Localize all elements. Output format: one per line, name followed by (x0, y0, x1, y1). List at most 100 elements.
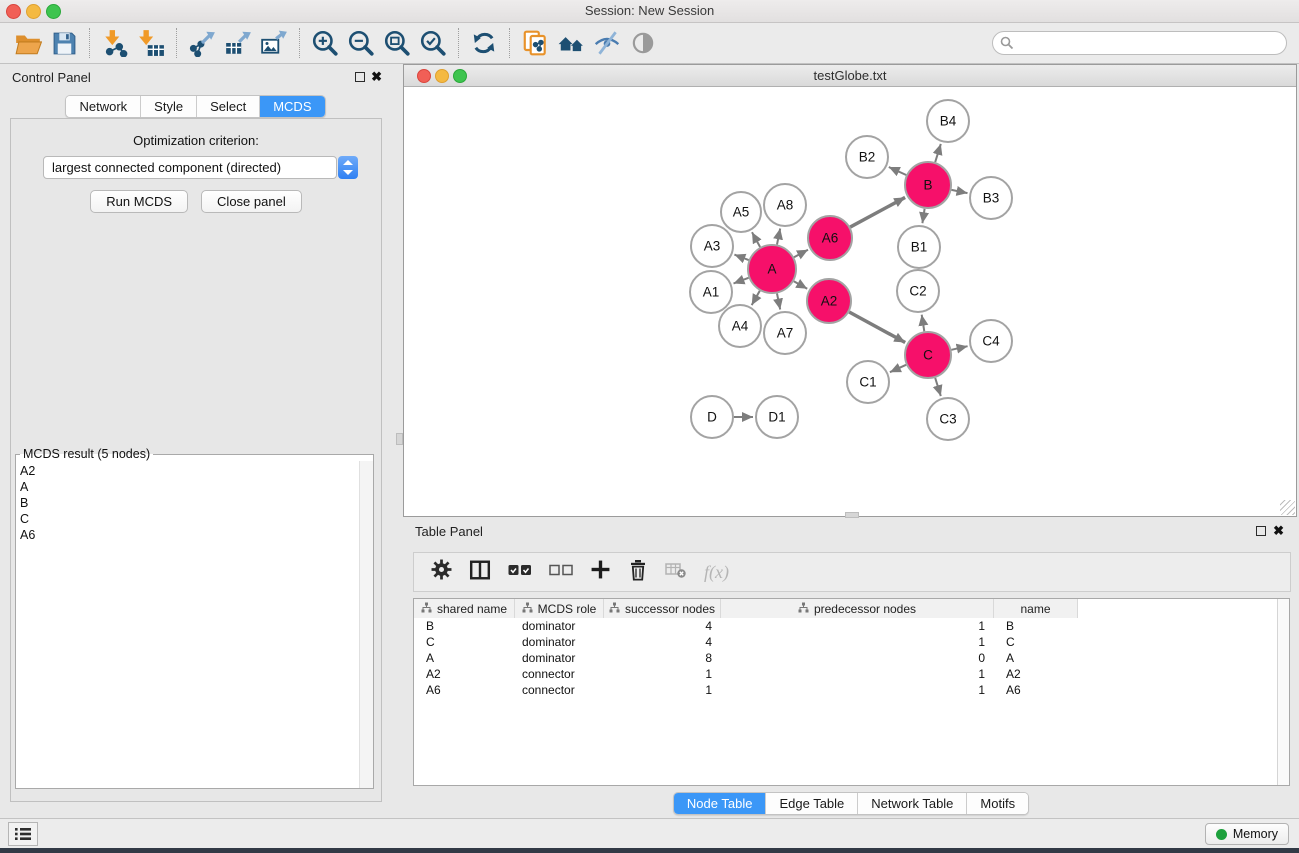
graph-edge-C-C2[interactable] (922, 315, 925, 332)
tab-node-table[interactable]: Node Table (674, 793, 767, 814)
graph-edge-A2-C[interactable] (849, 312, 905, 343)
graph-node-label-C: C (923, 348, 933, 363)
import-table-button[interactable] (133, 25, 169, 61)
graph-edge-C-C1[interactable] (890, 365, 906, 372)
table-scrollbar[interactable] (1277, 599, 1289, 785)
graph-edge-A6-B[interactable] (850, 197, 905, 227)
network-window-titlebar[interactable]: testGlobe.txt (404, 65, 1296, 87)
zoom-fit-button[interactable] (379, 25, 415, 61)
run-mcds-button[interactable]: Run MCDS (90, 190, 188, 213)
table-row[interactable]: A6connector11A6 (414, 682, 1289, 698)
refresh-view-button[interactable] (466, 25, 502, 61)
close-network-button[interactable] (417, 69, 431, 83)
tab-edge-table[interactable]: Edge Table (766, 793, 858, 814)
column-header-shared-name[interactable]: shared name (414, 599, 515, 618)
delete-column-button[interactable] (628, 559, 648, 586)
column-header-successor-nodes[interactable]: successor nodes (604, 599, 721, 618)
graph-edge-B-B3[interactable] (952, 190, 968, 193)
open-session-button[interactable] (10, 25, 46, 61)
home-view-button[interactable] (553, 25, 589, 61)
network-canvas[interactable]: B4B2BB3B1A5A8A6A3AA1C2A2A4A7C4CC1C3DD1 (404, 87, 1296, 511)
mcds-result-item[interactable]: A (20, 479, 359, 495)
search-input[interactable] (992, 31, 1287, 55)
graph-edge-C-C4[interactable] (951, 346, 967, 350)
node-table: shared nameMCDS rolesuccessor nodesprede… (413, 598, 1290, 786)
graph-edge-A-A8[interactable] (777, 229, 780, 245)
table-cell: 1 (604, 682, 721, 698)
float-panel-icon[interactable] (355, 72, 365, 82)
mcds-result-item[interactable]: A6 (20, 527, 359, 543)
graph-edge-A-A5[interactable] (752, 232, 760, 247)
optimization-criterion-label: Optimization criterion: (11, 133, 381, 148)
graph-edge-C-C3[interactable] (935, 378, 941, 396)
table-cell: 4 (604, 618, 721, 634)
show-tasks-button[interactable] (8, 822, 38, 846)
table-row[interactable]: Cdominator41C (414, 634, 1289, 650)
graph-edge-A-A7[interactable] (777, 294, 780, 310)
tab-network-table[interactable]: Network Table (858, 793, 967, 814)
table-row[interactable]: Bdominator41B (414, 618, 1289, 634)
import-network-button[interactable] (97, 25, 133, 61)
column-header-name[interactable]: name (994, 599, 1078, 618)
graph-node-label-A7: A7 (777, 326, 794, 341)
graph-edge-B-B1[interactable] (922, 209, 924, 223)
unselect-all-columns-button[interactable] (549, 563, 573, 581)
duplicate-network-button[interactable] (517, 25, 553, 61)
tab-mcds[interactable]: MCDS (260, 96, 324, 117)
mcds-result-item[interactable]: C (20, 511, 359, 527)
delete-table-icon (665, 561, 687, 579)
desktop-background-strip (0, 848, 1299, 853)
export-network-button[interactable] (184, 25, 220, 61)
column-header-MCDS-role[interactable]: MCDS role (515, 599, 604, 618)
mcds-list-scrollbar[interactable] (359, 461, 373, 788)
graph-edge-A-A4[interactable] (752, 291, 760, 305)
close-panel-icon[interactable]: ✖ (371, 69, 382, 85)
select-all-columns-button[interactable] (508, 563, 532, 581)
close-panel-button[interactable]: Close panel (201, 190, 302, 213)
graph-edge-A-A2[interactable] (794, 281, 807, 289)
minimize-window-button[interactable] (26, 4, 41, 19)
close-window-button[interactable] (6, 4, 21, 19)
graph-edge-B-B2[interactable] (889, 167, 906, 175)
show-column-button[interactable] (469, 559, 491, 586)
export-table-button[interactable] (220, 25, 256, 61)
tab-network[interactable]: Network (66, 96, 141, 117)
mcds-result-item[interactable]: B (20, 495, 359, 511)
export-image-button[interactable] (256, 25, 292, 61)
float-panel-icon[interactable] (1256, 526, 1266, 536)
tab-style[interactable]: Style (141, 96, 197, 117)
graph-edge-A-A1[interactable] (734, 278, 749, 284)
close-panel-icon[interactable]: ✖ (1273, 523, 1284, 539)
tab-motifs[interactable]: Motifs (967, 793, 1028, 814)
tab-select[interactable]: Select (197, 96, 260, 117)
graph-node-label-A2: A2 (821, 294, 838, 309)
save-session-button[interactable] (46, 25, 82, 61)
table-row[interactable]: Adominator80A (414, 650, 1289, 666)
table-settings-button[interactable] (431, 559, 452, 585)
unchecked-boxes-icon (549, 564, 573, 576)
graph-edge-A-A3[interactable] (734, 255, 748, 261)
hide-selected-button[interactable] (589, 25, 625, 61)
graph-edge-A-A6[interactable] (794, 250, 808, 257)
zoom-in-button[interactable] (307, 25, 343, 61)
criterion-dropdown[interactable]: largest connected component (directed) (43, 156, 358, 179)
function-builder-button[interactable]: f(x) (704, 562, 729, 583)
dropdown-stepper-icon[interactable] (338, 156, 358, 179)
minimize-network-button[interactable] (435, 69, 449, 83)
memory-button[interactable]: Memory (1205, 823, 1289, 845)
zoom-out-button[interactable] (343, 25, 379, 61)
mcds-result-item[interactable]: A2 (20, 463, 359, 479)
save-floppy-icon (51, 30, 78, 57)
show-graphics-details-button[interactable] (625, 25, 661, 61)
resize-grip[interactable] (1280, 500, 1295, 515)
create-column-button[interactable] (590, 559, 611, 585)
vertical-scroll-nub[interactable] (396, 433, 403, 445)
zoom-window-button[interactable] (46, 4, 61, 19)
table-row[interactable]: A2connector11A2 (414, 666, 1289, 682)
column-header-predecessor-nodes[interactable]: predecessor nodes (721, 599, 994, 618)
toolbar-separator (89, 28, 90, 58)
delete-table-button[interactable] (665, 561, 687, 584)
zoom-selected-button[interactable] (415, 25, 451, 61)
zoom-network-button[interactable] (453, 69, 467, 83)
graph-edge-B-B4[interactable] (935, 144, 941, 162)
